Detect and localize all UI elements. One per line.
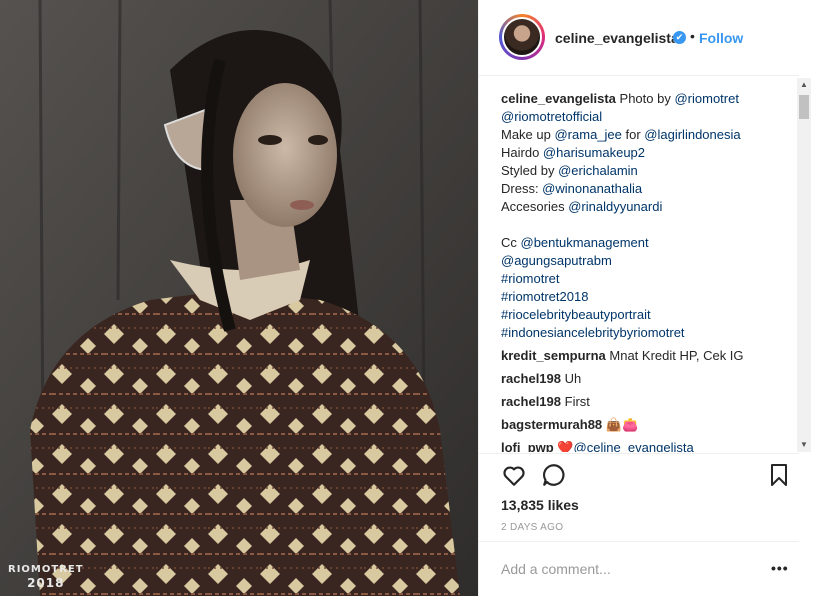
mention-link[interactable]: @erichalamin <box>558 163 638 178</box>
mention-link[interactable]: @riomotret <box>674 91 739 106</box>
actions-divider <box>479 453 799 454</box>
post-photo[interactable]: RIOMOTRET 2018 <box>0 0 478 596</box>
post-details-panel: celine_evangelista ✔ • Follow celine_eva… <box>478 0 816 596</box>
more-options-button[interactable]: ••• <box>771 560 789 576</box>
caption-line: Accesories @rinaldyyunardi <box>501 198 781 216</box>
caption-text: Styled by <box>501 163 559 178</box>
heart-icon[interactable] <box>501 462 527 488</box>
comment-item: rachel198 Uh <box>501 370 781 388</box>
hashtag-link[interactable]: #riocelebritybeautyportrait <box>501 306 781 324</box>
scroll-down-arrow-icon[interactable]: ▼ <box>797 438 811 452</box>
comment-icon[interactable] <box>541 462 567 488</box>
comment-item: rachel198 First <box>501 393 781 411</box>
mention-link[interactable]: @harisumakeup2 <box>543 145 645 160</box>
avatar-story-ring[interactable] <box>499 14 545 60</box>
caption-text: Accesories <box>501 199 569 214</box>
comment-item: bagstermurah88 👜👛 <box>501 416 781 434</box>
comment-text: 👜👛 <box>605 417 639 432</box>
comment-username[interactable]: rachel198 <box>501 371 561 386</box>
comment-section: kredit_sempurna Mnat Kredit HP, Cek IG r… <box>501 347 781 452</box>
mention-link[interactable]: @agungsaputrabm <box>501 252 781 270</box>
portrait-illustration <box>0 0 478 596</box>
caption-line: Cc @bentukmanagement <box>501 234 781 252</box>
comment-item: lofi_pwp ❤️@celine_evangelista <box>501 439 781 452</box>
follow-button[interactable]: Follow <box>699 30 743 46</box>
comment-input-divider <box>479 541 799 542</box>
caption-line: Make up @rama_jee for @lagirlindonesia <box>501 126 781 144</box>
caption-line: Hairdo @harisumakeup2 <box>501 144 781 162</box>
mention-link[interactable]: @bentukmanagement <box>521 235 649 250</box>
caption-text: Dress: <box>501 181 543 196</box>
comment-username[interactable]: kredit_sempurna <box>501 348 606 363</box>
caption-text: Cc <box>501 235 521 250</box>
caption-text: Photo by <box>619 91 675 106</box>
add-comment-input[interactable]: Add a comment... <box>501 561 751 577</box>
comments-scrollbar[interactable]: ▲ ▼ <box>797 78 811 452</box>
comment-username[interactable]: lofi_pwp <box>501 440 554 452</box>
header-username[interactable]: celine_evangelista <box>555 30 679 46</box>
hashtag-link[interactable]: #riomotret2018 <box>501 288 781 306</box>
caption-text: Hairdo <box>501 145 543 160</box>
comment-text: Uh <box>564 371 582 386</box>
verified-badge-icon: ✔ <box>673 31 686 44</box>
hashtag-link[interactable]: #riomotret <box>501 270 781 288</box>
caption-line: celine_evangelista Photo by @riomotret <box>501 90 781 108</box>
likes-count[interactable]: 13,835 likes <box>501 497 579 513</box>
caption-text: Make up <box>501 127 555 142</box>
action-bar <box>501 462 791 490</box>
watermark-line2: 2018 <box>27 576 65 590</box>
caption-line: @riomotretofficial <box>501 108 781 126</box>
photo-watermark: RIOMOTRET 2018 <box>8 564 84 590</box>
comments-list[interactable]: celine_evangelista Photo by @riomotret @… <box>501 90 781 452</box>
post-header: celine_evangelista ✔ • Follow <box>479 0 799 76</box>
watermark-line1: RIOMOTRET <box>8 564 84 575</box>
scrollbar-thumb[interactable] <box>799 95 809 119</box>
comment-text: First <box>564 394 590 409</box>
comment-text: Mnat Kredit HP, Cek IG <box>609 348 744 363</box>
caption-line: Styled by @erichalamin <box>501 162 781 180</box>
bookmark-icon[interactable] <box>767 462 791 488</box>
mention-link[interactable]: @winonanathalia <box>542 181 642 196</box>
mention-link[interactable]: @lagirlindonesia <box>644 127 740 142</box>
caption-username[interactable]: celine_evangelista <box>501 91 616 106</box>
post-timestamp: 2 DAYS AGO <box>501 522 564 533</box>
avatar[interactable] <box>502 17 542 57</box>
separator-dot: • <box>690 28 695 44</box>
comment-item: kredit_sempurna Mnat Kredit HP, Cek IG <box>501 347 781 365</box>
mention-link[interactable]: @rama_jee <box>554 127 621 142</box>
mention-link[interactable]: @riomotretofficial <box>501 109 602 124</box>
comment-username[interactable]: rachel198 <box>501 394 561 409</box>
comment-text: ❤️@celine_evangelista <box>557 440 694 452</box>
caption-text: for <box>621 127 645 142</box>
instagram-post: RIOMOTRET 2018 celine_evangelista ✔ • Fo… <box>0 0 816 596</box>
hashtag-link[interactable]: #indonesiancelebritybyriomotret <box>501 324 781 342</box>
caption-line: Dress: @winonanathalia <box>501 180 781 198</box>
mention-link[interactable]: @rinaldyyunardi <box>568 199 662 214</box>
comment-username[interactable]: bagstermurah88 <box>501 417 602 432</box>
scroll-up-arrow-icon[interactable]: ▲ <box>797 78 811 92</box>
